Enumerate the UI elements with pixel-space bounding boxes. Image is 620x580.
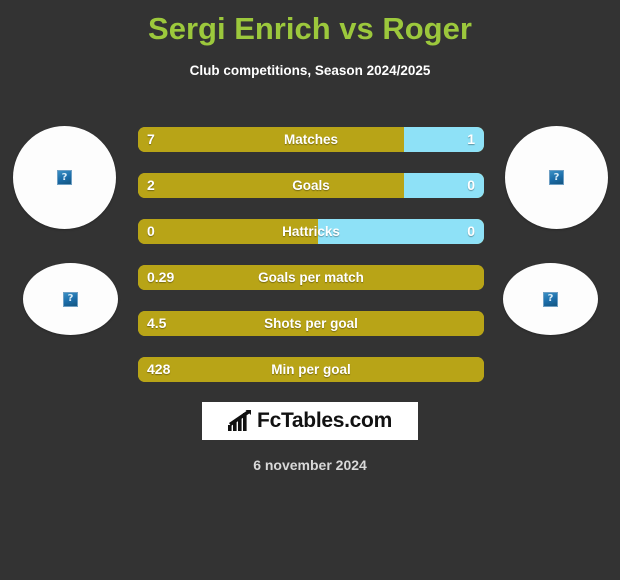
broken-image-glyph: ? — [67, 293, 74, 304]
stat-bar-row: 4.5 Shots per goal — [138, 311, 484, 336]
stat-bar-row: 0.29 Goals per match — [138, 265, 484, 290]
stat-bar-row: 7 Matches 1 — [138, 127, 484, 152]
bar-chart-trend-icon — [228, 410, 252, 431]
stat-bar-row: 2 Goals 0 — [138, 173, 484, 198]
broken-image-icon: ? — [543, 291, 558, 307]
page-subtitle: Club competitions, Season 2024/2025 — [189, 63, 431, 78]
broken-image-icon: ? — [63, 291, 78, 307]
footer-date: 6 november 2024 — [253, 457, 367, 473]
stat-label: Matches — [283, 132, 339, 147]
stat-value-right: 1 — [467, 131, 475, 147]
stat-bar-row: 428 Min per goal — [138, 357, 484, 382]
stat-bar-row: 0 Hattricks 0 — [138, 219, 484, 244]
broken-image-icon: ? — [549, 170, 564, 185]
broken-image-icon: ? — [57, 170, 72, 185]
stat-bars: 7 Matches 1 2 Goals 0 0 Hattricks 0 0.29 Goals per… — [138, 127, 484, 403]
logo-text: FcTables.com — [257, 409, 392, 432]
broken-image-glyph: ? — [553, 171, 560, 183]
broken-image-glyph: ? — [61, 171, 68, 183]
stat-label: Goals per match — [258, 270, 364, 285]
stat-value-right: 0 — [467, 223, 475, 239]
broken-image-glyph: ? — [547, 293, 554, 304]
avatar-left-primary: ? — [13, 126, 116, 229]
page-title: Sergi Enrich vs Roger — [148, 11, 472, 46]
avatar-right-primary: ? — [505, 126, 608, 229]
stat-value-right: 0 — [467, 177, 475, 193]
stat-label: Min per goal — [271, 362, 351, 377]
avatar-left-secondary: ? — [23, 263, 118, 335]
stat-label: Hattricks — [282, 224, 340, 239]
fctables-logo[interactable]: FcTables.com — [202, 402, 418, 440]
logo-inner: FcTables.com — [228, 410, 392, 432]
avatar-right-secondary: ? — [503, 263, 598, 335]
stat-label: Goals — [292, 178, 330, 193]
stat-label: Shots per goal — [264, 316, 358, 331]
